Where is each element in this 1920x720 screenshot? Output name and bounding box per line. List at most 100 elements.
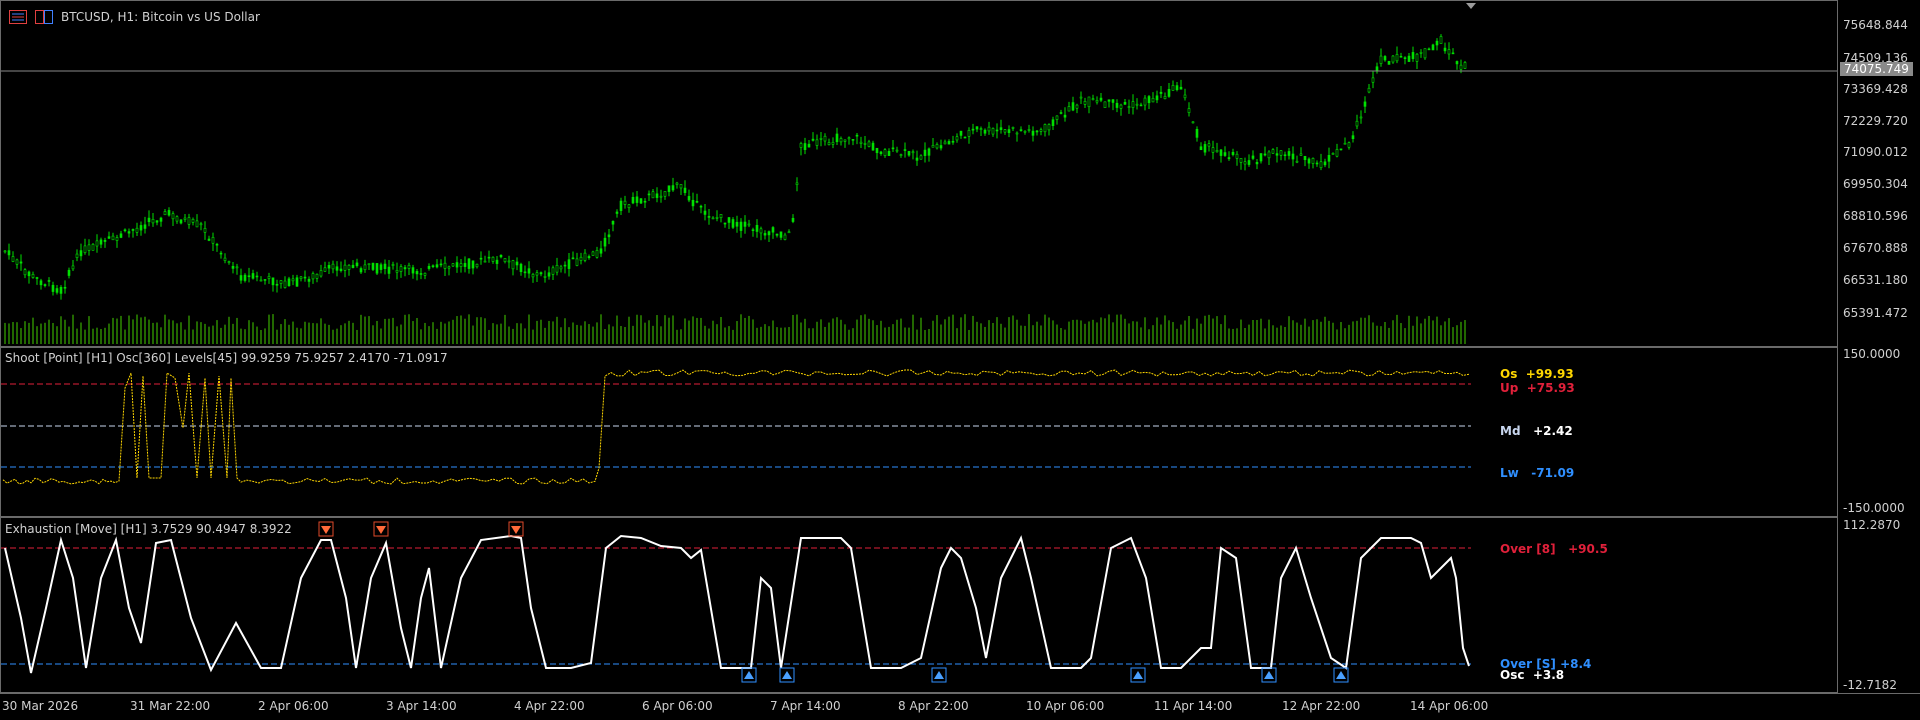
candle-body (239, 275, 243, 281)
candle-body (1227, 157, 1231, 160)
candle-body (103, 240, 107, 242)
candle-body (1267, 151, 1271, 159)
candle-body (55, 288, 59, 293)
candle-body (1323, 161, 1327, 166)
candle-body (943, 141, 947, 145)
candle-body (211, 237, 215, 244)
candle-body (667, 185, 671, 192)
candle-body (755, 224, 759, 232)
candle-body (1339, 148, 1343, 151)
candle-body (1431, 44, 1435, 51)
candle-body (183, 217, 187, 220)
candle-body (1459, 64, 1463, 70)
candle-body (143, 224, 147, 229)
candle-body (675, 182, 679, 185)
candle-body (1463, 62, 1467, 69)
candle-body (735, 221, 739, 227)
candle-body (347, 265, 351, 270)
candle-body (1099, 97, 1103, 101)
candle-body (151, 218, 155, 224)
candle-body (1039, 129, 1043, 132)
candle-body (795, 182, 799, 185)
shoot-level-up: Up +75.93 (1500, 381, 1575, 395)
candle-body (799, 143, 803, 148)
shoot-level-md: Md +2.42 (1500, 424, 1573, 438)
candle-body (1103, 101, 1107, 108)
candle-body (1119, 104, 1123, 109)
candle-body (219, 252, 223, 255)
sell-signal-icon (508, 521, 524, 537)
candle-body (1315, 162, 1319, 165)
candle-body (1071, 102, 1075, 111)
exhaustion-indicator-pane[interactable]: Exhaustion [Move] [H1] 3.7529 90.4947 8.… (0, 517, 1838, 693)
candle-body (43, 284, 47, 286)
price-label: 73369.428 (1843, 82, 1908, 96)
candle-body (423, 272, 427, 276)
bars-list-icon[interactable] (9, 10, 27, 24)
candle-body (559, 266, 563, 270)
exhaustion-indicator-title: Exhaustion [Move] [H1] 3.7529 90.4947 8.… (5, 522, 292, 536)
candle-body (231, 265, 235, 269)
candle-body (395, 270, 399, 273)
candle-body (935, 144, 939, 149)
candle-body (955, 136, 959, 141)
sell-signal-icon (373, 521, 389, 537)
time-axis[interactable]: 30 Mar 2026 31 Mar 22:00 2 Apr 06:00 3 A… (0, 693, 1920, 720)
buy-signal-icon (779, 667, 795, 683)
candle-body (895, 149, 899, 152)
candle-body (1123, 102, 1127, 105)
candle-body (411, 267, 415, 274)
candle-body (79, 250, 83, 257)
candle-body (1215, 150, 1219, 153)
candle-body (1055, 115, 1059, 120)
candle-body (479, 257, 483, 260)
price-chart-pane[interactable]: BTCUSD, H1: Bitcoin vs US Dollar (0, 0, 1838, 347)
candle-body (1239, 158, 1243, 163)
candle-body (867, 141, 871, 147)
candle-body (931, 145, 935, 148)
candle-body (835, 133, 839, 143)
candle-body (379, 264, 383, 270)
candle-body (383, 263, 387, 269)
candle-body (503, 258, 507, 262)
candle-body (535, 272, 539, 276)
candle-body (287, 278, 291, 287)
time-label: 31 Mar 22:00 (130, 699, 211, 713)
candle-body (1131, 101, 1135, 108)
candle-body (1199, 146, 1203, 151)
candle-body (847, 137, 851, 140)
candle-body (35, 277, 39, 279)
candle-body (1023, 130, 1027, 133)
candle-body (1295, 160, 1299, 163)
candle-body (1179, 86, 1183, 90)
candle-body (1175, 85, 1179, 91)
candle-body (863, 143, 867, 145)
candle-body (207, 238, 211, 241)
candle-body (887, 151, 891, 156)
candle-body (171, 213, 175, 220)
candle-body (631, 196, 635, 204)
candle-body (959, 130, 963, 136)
candle-body (983, 129, 987, 134)
time-label: 2 Apr 06:00 (258, 699, 329, 713)
candle-body (1171, 85, 1175, 91)
candle-body (775, 233, 779, 236)
price-chart-canvas[interactable] (1, 1, 1837, 346)
candle-body (1187, 108, 1191, 113)
candle-body (691, 199, 695, 207)
candle-body (1455, 61, 1459, 65)
candle-body (435, 264, 439, 268)
buy-signal-icon (1130, 667, 1146, 683)
candle-body (875, 147, 879, 154)
chart-compare-icon[interactable] (35, 10, 53, 24)
candle-body (1391, 55, 1395, 63)
candle-body (655, 193, 659, 198)
candle-body (1135, 103, 1139, 106)
candle-body (111, 235, 115, 241)
candle-body (859, 141, 863, 144)
exhaustion-level-osc: Osc +3.8 (1500, 668, 1565, 682)
candle-body (515, 261, 519, 266)
candle-body (1207, 143, 1211, 147)
candle-body (1451, 52, 1455, 55)
shoot-indicator-pane[interactable]: Shoot [Point] [H1] Osc[360] Levels[45] 9… (0, 347, 1838, 517)
